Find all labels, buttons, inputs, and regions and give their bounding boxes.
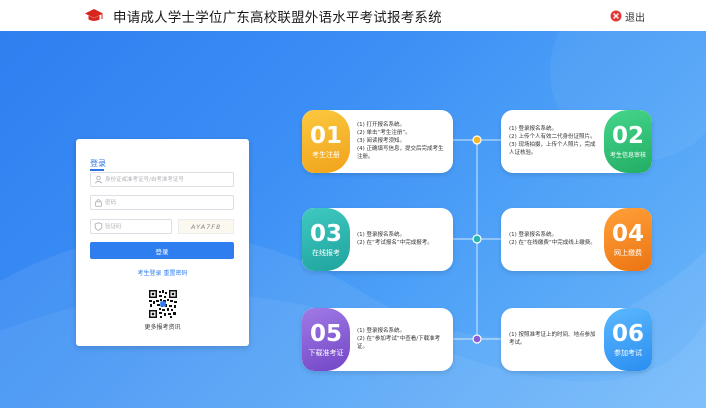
step-instructions: (1) 登录报名系统。 (2) 上传个人有效二代身份证照片。 (3) 现场拍摄，… (509, 110, 599, 173)
step-badge: 02 考生信息审核 (604, 110, 652, 173)
reset-password-link[interactable]: 重置密码 (163, 270, 187, 277)
instruction-item: (4) 正确填写信息，提交后完成考生注册。 (357, 146, 444, 160)
instruction-item: (2) 单击“考生注册”。 (357, 130, 411, 136)
qr-caption: 更多报考资讯 (144, 324, 181, 331)
logout-icon (610, 10, 622, 22)
login-button[interactable]: 登录 (90, 242, 234, 259)
graduation-cap-icon (85, 9, 103, 21)
instruction-item: (2) 上传个人有效二代身份证照片。 (509, 134, 596, 140)
captcha-input[interactable] (105, 220, 168, 233)
step-instructions: (1) 登录报名系统。 (2) 在“参加考试”中查看/下载准考证。 (357, 308, 449, 371)
instruction-item: (3) 阅读报考须知。 (357, 138, 406, 144)
logout-button[interactable]: 退出 (610, 8, 645, 24)
step-label: 考生信息审核 (609, 152, 646, 159)
captcha-image[interactable]: AYA7F8 (178, 219, 234, 234)
step-number: 05 (309, 320, 342, 347)
instruction-item: (1) 按照准考证上的时间、地点参加考试。 (509, 332, 596, 346)
step-badge: 04 网上缴费 (604, 208, 652, 271)
login-title-underline (90, 169, 104, 171)
step-instructions: (1) 登录报名系统。 (2) 在“在线缴费”中完成线上缴费。 (509, 208, 599, 271)
login-title: 登录 (90, 159, 106, 168)
step-number: 06 (611, 320, 644, 347)
step-label: 网上缴费 (614, 248, 642, 257)
step-badge: 03 在线报考 (302, 208, 350, 271)
instruction-item: (1) 登录报名系统。 (357, 328, 406, 334)
step-instructions: (1) 打开报名系统。 (2) 单击“考生注册”。 (3) 阅读报考须知。 (4… (357, 110, 449, 173)
step-badge: 01 考生注册 (302, 110, 350, 173)
login-panel: 登录 AYA7F8 登录 考生登录 重置密码 (76, 139, 249, 346)
captcha-field (90, 219, 172, 234)
step-number: 01 (309, 122, 342, 149)
instruction-item: (2) 在“考试报名”中完成报考。 (357, 239, 433, 246)
step-number: 03 (309, 220, 342, 247)
step-card-register: 01 考生注册 (1) 打开报名系统。 (2) 单击“考生注册”。 (3) 阅读… (302, 110, 453, 173)
instruction-item: (1) 登录报名系统。 (357, 231, 406, 238)
qr-code-icon (148, 289, 178, 319)
user-icon (94, 175, 103, 184)
username-field (90, 172, 234, 187)
step-badge: 05 下载准考证 (302, 308, 350, 371)
instruction-item: (2) 在“参加考试”中查看/下载准考证。 (357, 336, 441, 350)
step-label: 在线报考 (312, 248, 340, 257)
instruction-item: (3) 现场拍摄，上传个人照片，完成人证核验。 (509, 142, 596, 156)
password-field (90, 195, 234, 210)
lock-icon (95, 199, 102, 207)
login-links: 考生登录 重置密码 (76, 268, 249, 277)
step-number: 04 (611, 220, 644, 247)
step-number: 02 (611, 123, 644, 149)
username-input[interactable] (105, 173, 230, 186)
step-card-download-ticket: 05 下载准考证 (1) 登录报名系统。 (2) 在“参加考试”中查看/下载准考… (302, 308, 453, 371)
instruction-item: (2) 在“在线缴费”中完成线上缴费。 (509, 239, 596, 246)
top-header: 申请成人学士学位广东高校联盟外语水平考试报考系统 退出 (0, 0, 706, 31)
step-label: 下载准考证 (308, 348, 344, 357)
student-login-link[interactable]: 考生登录 (138, 270, 162, 277)
step-instructions: (1) 按照准考证上的时间、地点参加考试。 (509, 308, 599, 371)
password-input[interactable] (105, 196, 230, 209)
step-label: 考生注册 (312, 150, 340, 159)
page-title: 申请成人学士学位广东高校联盟外语水平考试报考系统 (113, 10, 442, 26)
logout-label: 退出 (625, 12, 645, 24)
instruction-item: (1) 打开报名系统。 (357, 122, 406, 128)
instruction-item: (1) 登录报名系统。 (509, 126, 558, 132)
step-card-verification: (1) 登录报名系统。 (2) 上传个人有效二代身份证照片。 (3) 现场拍摄，… (501, 110, 652, 173)
step-card-take-exam: (1) 按照准考证上的时间、地点参加考试。 06 参加考试 (501, 308, 652, 371)
step-badge: 06 参加考试 (604, 308, 652, 371)
shield-icon (94, 222, 103, 231)
instruction-item: (1) 登录报名系统。 (509, 231, 558, 238)
step-card-online-apply: 03 在线报考 (1) 登录报名系统。 (2) 在“考试报名”中完成报考。 (302, 208, 453, 271)
step-instructions: (1) 登录报名系统。 (2) 在“考试报名”中完成报考。 (357, 208, 449, 271)
step-card-payment: (1) 登录报名系统。 (2) 在“在线缴费”中完成线上缴费。 04 网上缴费 (501, 208, 652, 271)
step-label: 参加考试 (614, 348, 642, 357)
